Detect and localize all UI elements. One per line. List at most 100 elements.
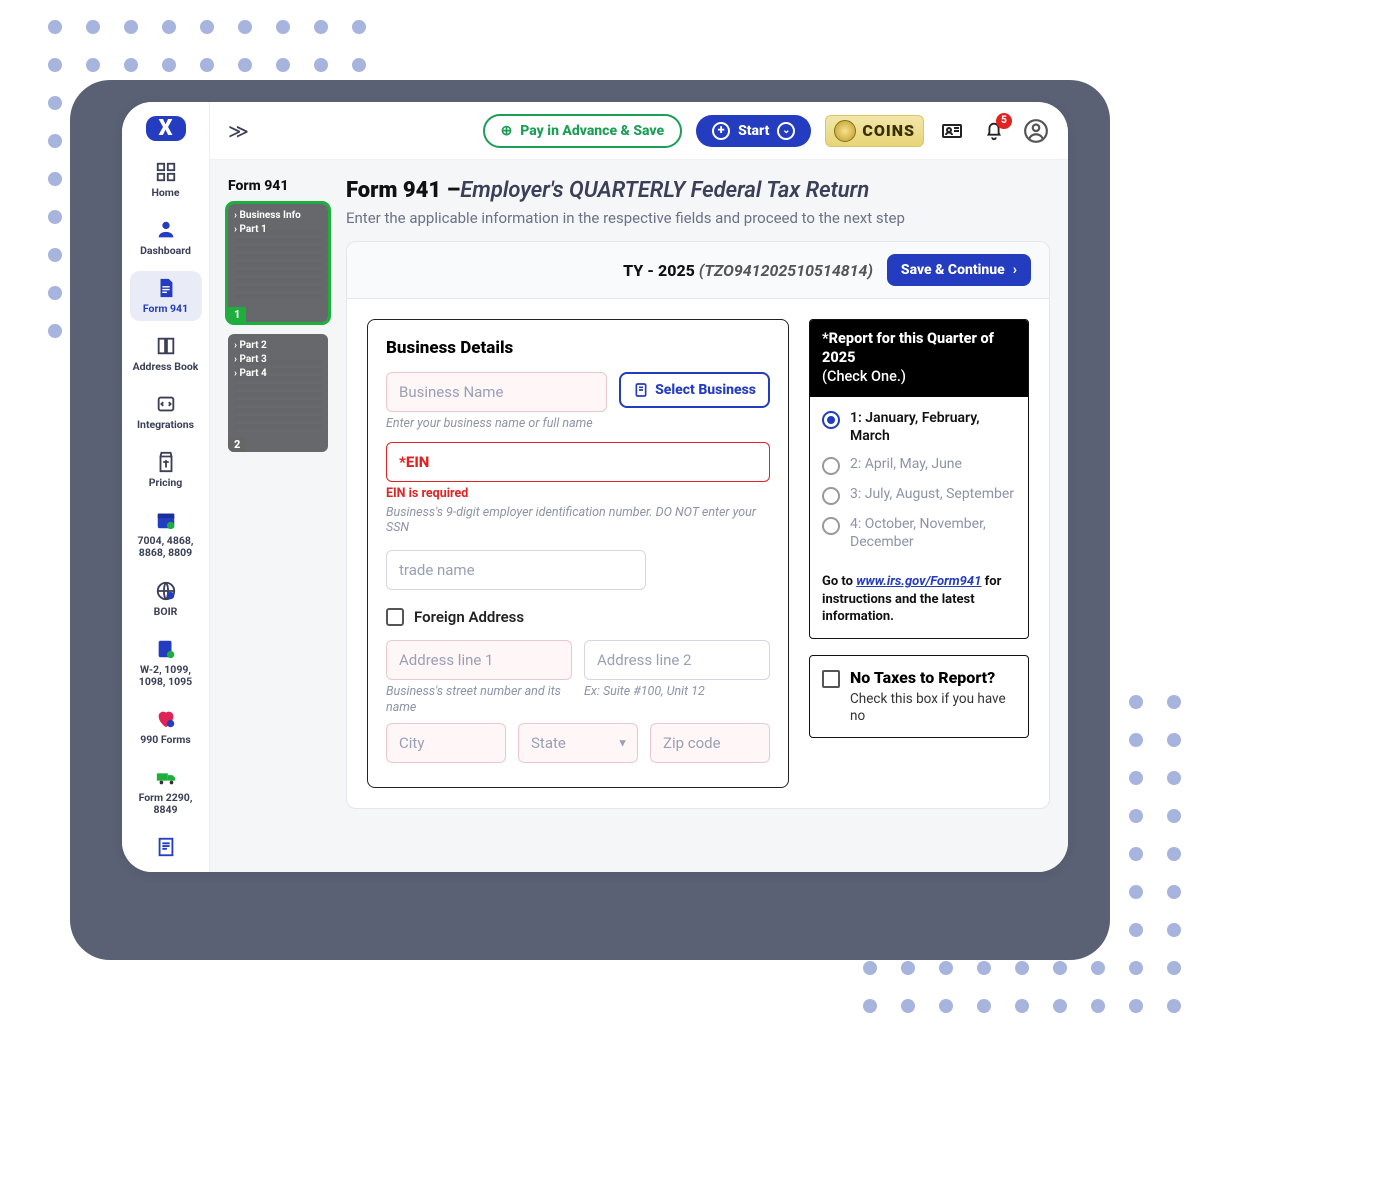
calendar-icon — [155, 509, 177, 531]
nav-form941[interactable]: Form 941 — [130, 271, 202, 321]
nav-label: Form 2290, 8849 — [132, 792, 200, 816]
nav-label: BOIR — [154, 606, 178, 618]
nav-label: Home — [151, 187, 179, 199]
nav-pricing[interactable]: Pricing — [130, 445, 202, 495]
sidebar: X Home Dashboard Form 941 Address Book I… — [122, 102, 210, 872]
thumb-line: › Part 1 — [234, 224, 322, 235]
trade-name-input[interactable] — [386, 550, 646, 590]
nav-label: W-2, 1099, 1098, 1095 — [132, 664, 200, 688]
business-details-panel: Business Details Enter your business nam… — [367, 319, 789, 788]
home-icon — [155, 161, 177, 183]
book-icon — [155, 335, 177, 357]
quarter-option-4[interactable]: 4: October, November, December — [822, 515, 1016, 551]
ein-input[interactable]: *EIN — [386, 442, 770, 482]
radio-icon — [822, 487, 840, 505]
ein-error: EIN is required — [386, 486, 770, 501]
irs-link[interactable]: www.irs.gov/Form941 — [856, 574, 981, 589]
page-title: Form 941 –Employer's QUARTERLY Federal T… — [346, 178, 1050, 203]
chevron-right-icon: › — [1013, 262, 1017, 278]
nav-boir[interactable]: BOIR — [130, 574, 202, 624]
nav-label: Pricing — [149, 477, 183, 489]
nav-label: Form 941 — [143, 303, 188, 315]
thumb-page-1[interactable]: › Business Info › Part 1 1 — [228, 204, 328, 322]
coins-label: COINS — [862, 121, 915, 140]
coins-badge[interactable]: COINS — [825, 115, 924, 147]
nav-990[interactable]: 990 Forms — [130, 702, 202, 752]
chevron-down-icon: ⌄ — [777, 122, 795, 140]
no-taxes-title: No Taxes to Report? — [850, 668, 1016, 687]
no-taxes-panel: No Taxes to Report? Check this box if yo… — [809, 655, 1029, 738]
quarter-option-1[interactable]: 1: January, February, March — [822, 409, 1016, 445]
nav-home[interactable]: Home — [130, 155, 202, 205]
addr2-hint: Ex: Suite #100, Unit 12 — [584, 684, 770, 700]
tax-year-label: TY - 2025 (TZO941202510514814) — [623, 261, 873, 280]
quarter-footnote: Go to www.irs.gov/Form941 for instructio… — [810, 563, 1028, 638]
quarter-panel: *Report for this Quarter of 2025 (Check … — [809, 319, 1029, 639]
thumb-title: Form 941 — [228, 178, 328, 194]
nav-extensions[interactable]: 7004, 4868, 8868, 8809 — [130, 503, 202, 565]
nav-label: Integrations — [137, 419, 194, 431]
nav-2290[interactable]: Form 2290, 8849 — [130, 760, 202, 822]
zip-input[interactable] — [650, 723, 770, 763]
coin-icon — [834, 120, 856, 142]
code-icon — [155, 393, 177, 415]
app-window: X Home Dashboard Form 941 Address Book I… — [122, 102, 1068, 872]
thumb-line: › Business Info — [234, 210, 322, 221]
address-line2-input[interactable] — [584, 640, 770, 680]
plus-circle-icon: ⊕ — [501, 123, 513, 139]
profile-button[interactable] — [1022, 117, 1050, 145]
nav-label: Dashboard — [140, 245, 191, 257]
nav-label: 7004, 4868, 8868, 8809 — [132, 535, 200, 559]
start-button[interactable]: + Start ⌄ — [696, 115, 811, 147]
document-icon — [155, 277, 177, 299]
business-icon — [633, 382, 649, 398]
thumb-num: 1 — [228, 307, 246, 322]
thumb-line: › Part 4 — [234, 368, 322, 379]
page-subtitle: Enter the applicable information in the … — [346, 209, 1050, 227]
radio-icon — [822, 517, 840, 535]
plus-icon: + — [712, 122, 730, 140]
nav-more[interactable] — [130, 830, 202, 864]
pay-label: Pay in Advance & Save — [520, 123, 664, 139]
select-business-button[interactable]: Select Business — [619, 372, 770, 408]
save-continue-button[interactable]: Save & Continue › — [887, 254, 1031, 286]
receipt-icon — [155, 836, 177, 858]
nav-w2[interactable]: W-2, 1099, 1098, 1095 — [130, 632, 202, 694]
nav-integrations[interactable]: Integrations — [130, 387, 202, 437]
w2-icon — [155, 638, 177, 660]
notifications-button[interactable]: 5 — [980, 117, 1008, 145]
truck-icon — [155, 766, 177, 788]
app-logo[interactable]: X — [146, 116, 186, 141]
notif-count: 5 — [996, 113, 1012, 129]
start-label: Start — [738, 123, 769, 139]
nav-dashboard[interactable]: Dashboard — [130, 213, 202, 263]
heart-icon — [155, 708, 177, 730]
thumb-num: 2 — [228, 437, 246, 452]
quarter-option-3[interactable]: 3: July, August, September — [822, 485, 1016, 505]
state-select[interactable] — [518, 723, 638, 763]
nav-addressbook[interactable]: Address Book — [130, 329, 202, 379]
quarter-heading: *Report for this Quarter of 2025 (Check … — [810, 320, 1028, 397]
quarter-option-2[interactable]: 2: April, May, June — [822, 455, 1016, 475]
foreign-address-label: Foreign Address — [414, 608, 524, 626]
id-card-button[interactable] — [938, 117, 966, 145]
radio-icon — [822, 457, 840, 475]
foreign-address-checkbox[interactable] — [386, 608, 404, 626]
globe-icon — [155, 580, 177, 602]
form-card: TY - 2025 (TZO941202510514814) Save & Co… — [346, 241, 1050, 809]
page-thumbnails: Form 941 › Business Info › Part 1 1 › Pa… — [228, 178, 328, 854]
address-line1-input[interactable] — [386, 640, 572, 680]
pay-advance-button[interactable]: ⊕ Pay in Advance & Save — [483, 114, 683, 148]
radio-icon — [822, 411, 840, 429]
dashboard-icon — [155, 219, 177, 241]
business-name-hint: Enter your business name or full name — [386, 416, 607, 432]
no-taxes-checkbox[interactable] — [822, 670, 840, 688]
no-taxes-sub: Check this box if you have no — [850, 691, 1016, 725]
thumb-page-2[interactable]: › Part 2 › Part 3 › Part 4 2 — [228, 334, 328, 452]
city-input[interactable] — [386, 723, 506, 763]
nav-label: Address Book — [133, 361, 199, 373]
nav-label: 990 Forms — [140, 734, 191, 746]
business-name-input[interactable] — [386, 372, 607, 412]
ein-hint: Business's 9-digit employer identificati… — [386, 505, 770, 536]
menu-toggle-icon[interactable]: ≫ — [228, 119, 249, 143]
